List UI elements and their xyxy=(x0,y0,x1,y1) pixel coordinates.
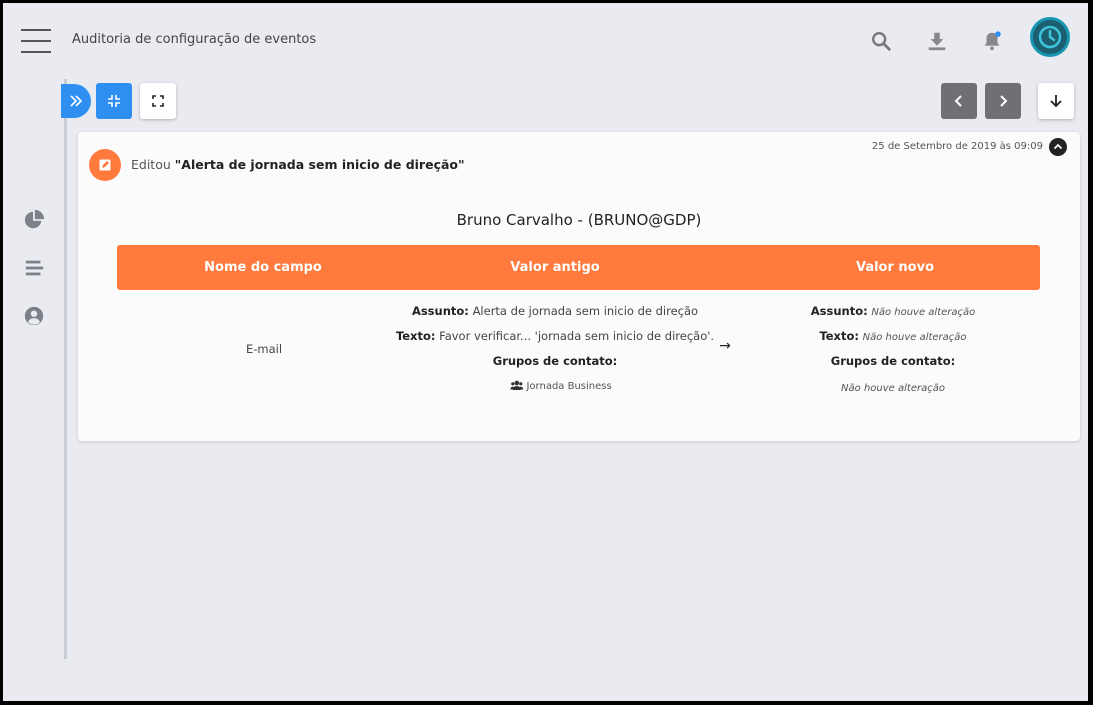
user-circle-icon[interactable] xyxy=(22,304,46,328)
chevron-left-icon xyxy=(954,95,962,107)
list-icon[interactable] xyxy=(22,256,46,280)
avatar[interactable] xyxy=(1030,17,1070,57)
header-new-value: Valor novo xyxy=(855,260,935,275)
field-name: E-mail xyxy=(245,342,283,356)
old-subject: Assunto: Alerta de jornada sem inicio de… xyxy=(411,304,699,318)
collapse-button[interactable] xyxy=(1049,138,1067,156)
next-button[interactable] xyxy=(985,83,1021,119)
page-title: Auditoria de configuração de eventos xyxy=(72,32,317,47)
double-chevron-right-icon xyxy=(70,95,83,107)
download-icon[interactable] xyxy=(923,27,951,55)
header-old-value: Valor antigo xyxy=(510,260,600,275)
new-subject: Assunto: Não houve alteração xyxy=(810,304,976,318)
fullscreen-icon xyxy=(152,95,164,107)
pie-chart-icon[interactable] xyxy=(22,208,46,232)
new-groups-label: Grupos de contato: xyxy=(830,354,956,368)
menu-icon[interactable] xyxy=(21,29,51,53)
old-text: Texto: Favor verificar... 'jornada sem i… xyxy=(395,329,715,343)
bell-icon[interactable] xyxy=(978,27,1006,55)
old-groups-label: Grupos de contato: xyxy=(492,354,618,368)
event-card: Editou "Alerta de jornada sem inicio de … xyxy=(78,132,1080,441)
action-target: "Alerta de jornada sem inicio de direção… xyxy=(174,157,465,172)
edit-icon xyxy=(99,159,111,171)
event-timestamp: 25 de Setembro de 2019 às 09:09 xyxy=(871,141,1043,152)
table-header: Nome do campo Valor antigo Valor novo xyxy=(117,245,1040,290)
change-arrow: → xyxy=(719,338,731,354)
previous-button[interactable] xyxy=(941,83,977,119)
clock-logo-icon xyxy=(1038,25,1062,49)
event-description: Editou "Alerta de jornada sem inicio de … xyxy=(131,157,465,172)
chevron-up-icon xyxy=(1053,143,1063,150)
new-text: Texto: Não houve alteração xyxy=(819,329,967,343)
edit-badge xyxy=(89,149,121,181)
timeline-rail xyxy=(64,79,67,659)
action-prefix: Editou xyxy=(131,157,171,172)
scroll-down-button[interactable] xyxy=(1038,83,1074,119)
old-group-item: Jornada Business xyxy=(510,380,612,392)
compress-button[interactable] xyxy=(96,83,132,119)
search-icon[interactable] xyxy=(867,27,895,55)
compress-icon xyxy=(108,95,120,107)
header-field: Nome do campo xyxy=(204,260,322,275)
app-window: Auditoria de configuração de eventos Edi… xyxy=(3,3,1088,701)
chevron-right-icon xyxy=(1000,95,1008,107)
event-user: Bruno Carvalho - (BRUNO@GDP) xyxy=(456,211,702,229)
users-icon xyxy=(510,380,524,390)
notification-dot xyxy=(995,31,1001,37)
expand-panel-button[interactable] xyxy=(61,84,91,118)
new-groups-value: Não houve alteração xyxy=(841,383,945,394)
fullscreen-button[interactable] xyxy=(140,83,176,119)
arrow-down-icon xyxy=(1050,95,1062,108)
